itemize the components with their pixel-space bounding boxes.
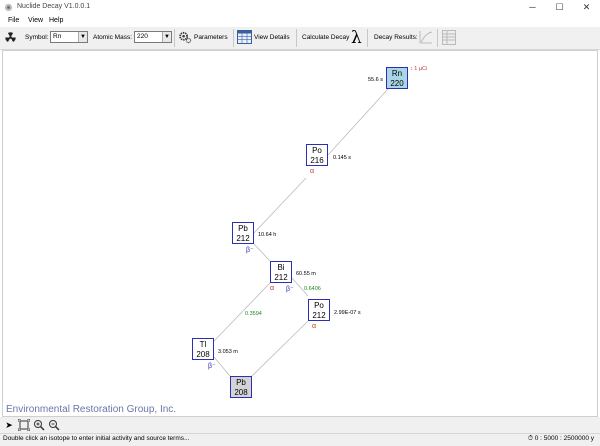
nuclide-mass: 212 bbox=[274, 273, 288, 282]
nuclide-symbol: Bi bbox=[277, 263, 285, 272]
canvas-tools bbox=[0, 417, 600, 433]
activity-value: 1 µCi bbox=[414, 66, 428, 72]
time-range[interactable]: ⏱ 0 : 5000 : 2500000 y bbox=[528, 435, 594, 443]
nuclide-symbol: Po bbox=[314, 301, 324, 310]
half-life: 60.55 m bbox=[296, 271, 316, 277]
half-life: 10.64 h bbox=[258, 232, 277, 238]
status-message: Double click an isotope to enter initial… bbox=[3, 435, 190, 442]
company-name: Environmental Restoration Group, Inc. bbox=[6, 404, 177, 415]
decay-links bbox=[213, 88, 389, 377]
alpha-decay-label: α bbox=[312, 323, 317, 330]
half-life: 0.145 s bbox=[333, 155, 352, 161]
zoom-out-icon[interactable] bbox=[48, 419, 60, 431]
half-life: 55.6 s bbox=[368, 77, 383, 83]
link-pb212-bi212 bbox=[253, 243, 271, 262]
nuclide-po216[interactable]: Po 216 bbox=[306, 144, 328, 166]
beta-decay-label: β⁻ bbox=[286, 286, 294, 293]
nuclide-bi212[interactable]: Bi 212 bbox=[270, 261, 292, 283]
pointer-icon[interactable]: ➤ bbox=[3, 419, 15, 431]
nuclide-mass: 208 bbox=[196, 350, 210, 359]
nuclide-symbol: Pb bbox=[236, 378, 246, 387]
link-po216-pb212 bbox=[253, 177, 307, 234]
nuclide-symbol: Rn bbox=[391, 69, 403, 78]
nuclide-mass: 212 bbox=[236, 234, 250, 243]
half-life: 2.99E-07 s bbox=[334, 310, 361, 316]
alpha-decay-label: α bbox=[270, 285, 275, 292]
initial-activity: ↕ 1 µCi bbox=[410, 66, 427, 72]
branch-ratio-beta: 0.6406 bbox=[304, 286, 321, 292]
clock-icon: ⏱ bbox=[527, 435, 533, 442]
link-po212-pb208 bbox=[251, 320, 309, 377]
fit-view-icon[interactable] bbox=[17, 418, 31, 432]
nuclide-pb208[interactable]: Pb 208 bbox=[230, 376, 252, 398]
half-life: 3.053 m bbox=[218, 349, 238, 355]
branch-ratio-alpha: 0.3594 bbox=[245, 311, 262, 317]
beta-decay-label: β⁻ bbox=[246, 247, 254, 254]
time-range-value: 0 : 5000 : 2500000 y bbox=[534, 435, 594, 442]
nuclide-symbol: Pb bbox=[238, 224, 248, 233]
nuclide-symbol: Po bbox=[312, 146, 322, 155]
link-tl208-pb208 bbox=[213, 356, 231, 377]
nuclide-rn220[interactable]: Rn 220 bbox=[386, 67, 408, 89]
nuclide-po212[interactable]: Po 212 bbox=[308, 299, 330, 321]
nuclide-symbol: Tl bbox=[199, 340, 207, 349]
nuclide-pb212[interactable]: Pb 212 bbox=[232, 222, 254, 244]
nuclide-mass: 212 bbox=[312, 311, 326, 320]
nuclide-mass: 220 bbox=[390, 79, 404, 88]
nuclide-mass: 208 bbox=[234, 388, 248, 397]
nuclide-tl208[interactable]: Tl 208 bbox=[192, 338, 214, 360]
link-rn-po216 bbox=[327, 88, 389, 156]
beta-decay-label: β⁻ bbox=[208, 363, 216, 370]
activity-marker: ↕ bbox=[410, 66, 413, 72]
zoom-in-icon[interactable] bbox=[33, 419, 45, 431]
alpha-decay-label: α bbox=[310, 168, 315, 175]
nuclide-mass: 216 bbox=[310, 156, 324, 165]
